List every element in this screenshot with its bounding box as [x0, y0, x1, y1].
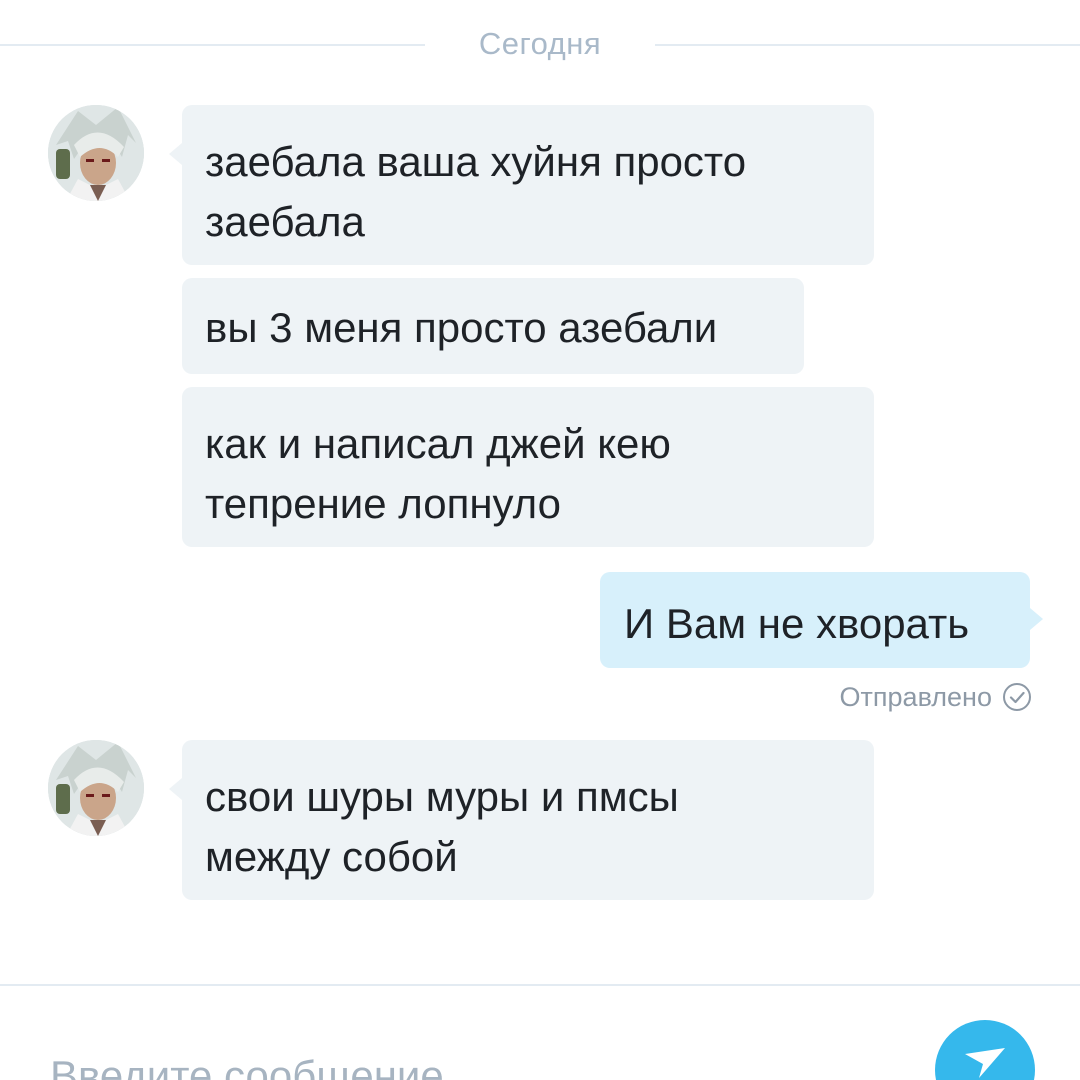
divider-line-left	[0, 44, 425, 46]
message-text: заебала ваша хуйня просто заебала	[205, 138, 747, 245]
sent-status-label: Отправлено	[839, 681, 992, 712]
message-bubble-incoming[interactable]: как и написал джей кею тепрение лопнуло	[182, 387, 874, 547]
date-divider-label: Сегодня	[478, 26, 602, 61]
message-text: вы 3 меня просто азебали	[205, 304, 718, 351]
bubble-tail	[169, 778, 182, 800]
bubble-tail	[169, 143, 182, 165]
avatar-image	[48, 740, 144, 836]
message-text: свои шуры муры и пмсы между собой	[205, 773, 679, 880]
message-bubble-incoming[interactable]: свои шуры муры и пмсы между собой	[182, 740, 874, 900]
date-divider: Сегодня	[0, 0, 1080, 90]
send-button[interactable]	[935, 1020, 1035, 1080]
message-bubble-incoming[interactable]: заебала ваша хуйня просто заебала	[182, 105, 874, 265]
sender-avatar[interactable]	[48, 105, 144, 201]
divider-line-right	[655, 44, 1080, 46]
message-status: Отправлено	[840, 680, 1032, 714]
message-input[interactable]	[50, 1036, 890, 1080]
message-text: как и написал джей кею тепрение лопнуло	[205, 420, 671, 527]
avatar-image	[48, 105, 144, 201]
send-icon	[965, 1048, 1005, 1078]
sender-avatar[interactable]	[48, 740, 144, 836]
bubble-tail	[1030, 608, 1043, 630]
check-circle-icon	[1003, 683, 1031, 711]
message-text: И Вам не хворать	[624, 600, 970, 647]
message-bubble-incoming[interactable]: вы 3 меня просто азебали	[182, 278, 804, 374]
chat-screen: Сегодня заебала ваша хуйня просто заебал…	[0, 0, 1080, 1080]
message-bubble-outgoing[interactable]: И Вам не хворать	[600, 572, 1030, 668]
composer-separator	[0, 984, 1080, 986]
